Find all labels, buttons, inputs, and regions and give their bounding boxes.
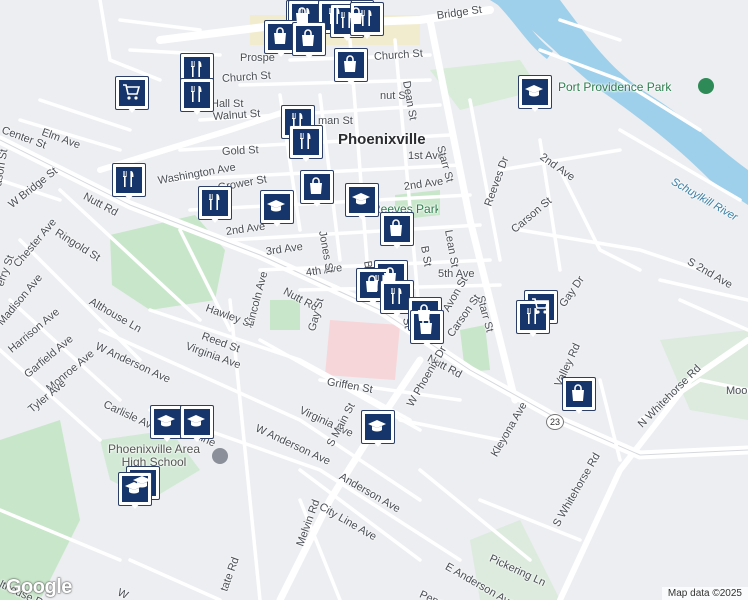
shopping-cart-icon	[123, 84, 141, 100]
street-label: Hall St	[211, 98, 244, 110]
restaurant-icon	[292, 113, 303, 129]
restaurant-icon	[527, 308, 538, 324]
shopping-cart-marker[interactable]	[115, 76, 149, 116]
school-marker[interactable]	[150, 405, 184, 445]
street-label: Moor	[726, 385, 748, 397]
school-marker[interactable]	[180, 405, 214, 445]
school-marker[interactable]	[260, 190, 294, 230]
school-icon	[368, 420, 386, 432]
shopping-bag-icon	[310, 177, 322, 194]
restaurant-marker[interactable]	[180, 78, 214, 118]
shopping-bag-marker[interactable]	[334, 48, 368, 88]
restaurant-marker[interactable]	[112, 163, 146, 203]
school-marker[interactable]	[361, 410, 395, 450]
school-icon	[157, 415, 175, 427]
street-label: man St	[318, 115, 353, 127]
school-icon	[187, 415, 205, 427]
school-icon	[525, 85, 543, 97]
shopping-bag-icon	[302, 29, 314, 46]
restaurant-icon	[391, 288, 402, 304]
shopping-bag-marker[interactable]	[380, 212, 414, 252]
shopping-bag-marker[interactable]	[300, 170, 334, 210]
shopping-bag-icon	[420, 317, 432, 334]
school-icon	[267, 200, 285, 212]
restaurant-icon	[300, 133, 311, 149]
street-label: 5th Ave	[438, 268, 475, 280]
restaurant-icon	[191, 61, 202, 77]
google-logo[interactable]: Google	[6, 576, 72, 599]
restaurant-icon	[361, 10, 372, 26]
restaurant-icon	[209, 194, 220, 210]
restaurant-icon	[123, 171, 134, 187]
restaurant-icon	[341, 12, 352, 28]
restaurant-marker[interactable]	[289, 125, 323, 165]
map-attribution[interactable]: Map data ©2025	[661, 587, 748, 600]
shopping-bag-icon	[366, 275, 378, 292]
restaurant-icon	[191, 86, 202, 102]
shopping-bag-marker[interactable]	[562, 377, 596, 417]
town-label: Phoenixville	[338, 131, 426, 148]
shopping-bag-icon	[384, 267, 396, 284]
restaurant-marker[interactable]	[350, 2, 384, 42]
school-marker[interactable]	[345, 183, 379, 223]
shopping-bag-icon	[344, 55, 356, 72]
park-label: Port Providence Park	[558, 80, 672, 94]
shopping-bag-marker[interactable]	[410, 310, 444, 350]
school-icon	[125, 482, 143, 494]
street-label: Gold St	[221, 144, 259, 158]
park-icon	[698, 78, 714, 94]
restaurant-marker[interactable]	[198, 186, 232, 226]
shopping-bag-icon	[274, 27, 286, 44]
map-canvas[interactable]: Bridge St Church St Church St Prospe Wal…	[0, 0, 748, 600]
restaurant-icon	[299, 8, 310, 24]
school-icon	[352, 193, 370, 205]
shopping-bag-icon	[572, 384, 584, 401]
shopping-bag-icon	[390, 219, 402, 236]
school-marker[interactable]	[518, 75, 552, 115]
school-poi-icon	[212, 448, 228, 464]
shopping-bag-marker[interactable]	[292, 22, 326, 62]
